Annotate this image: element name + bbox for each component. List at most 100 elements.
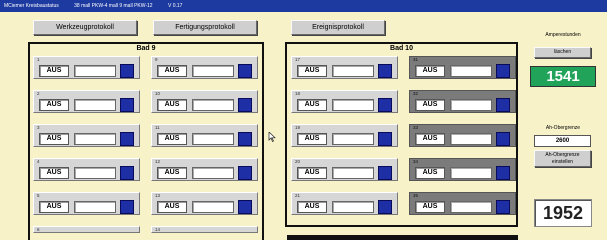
slot-value-field[interactable] [74, 167, 116, 179]
slot-status-button[interactable]: AUS [157, 167, 187, 179]
slot-value-field[interactable] [450, 201, 492, 213]
slot-value-field[interactable] [74, 99, 116, 111]
slot-number: 31 [413, 57, 419, 62]
slot-11[interactable]: 11 AUS [151, 124, 258, 147]
mouse-pointer-icon [268, 132, 276, 142]
slot-indicator [378, 200, 392, 214]
slot-status-button[interactable]: AUS [39, 167, 69, 179]
slot-indicator [238, 200, 252, 214]
slot-12[interactable]: 12 AUS [151, 158, 258, 181]
slot-number: 1 [37, 57, 40, 62]
slot-2[interactable]: 2 AUS [33, 90, 140, 113]
slot-value-field[interactable] [192, 65, 234, 77]
slot-value-field[interactable] [450, 133, 492, 145]
fertigungsprotokoll-button[interactable]: Fertigungsprotokoll [153, 20, 257, 35]
bath-10-title: Bad 10 [390, 45, 413, 52]
slot-status-button[interactable]: AUS [157, 133, 187, 145]
slot-35[interactable]: 35 AUS [409, 192, 516, 215]
slot-indicator [120, 98, 134, 112]
slot-value-field[interactable] [74, 65, 116, 77]
slot-4[interactable]: 4 AUS [33, 158, 140, 181]
slot-14[interactable]: 14 [151, 226, 258, 233]
slot-13[interactable]: 13 AUS [151, 192, 258, 215]
slot-9[interactable]: 9 AUS [151, 56, 258, 79]
slot-value-field[interactable] [74, 133, 116, 145]
ereignisprotokoll-button[interactable]: Ereignisprotokoll [291, 20, 385, 35]
slot-status-button[interactable]: AUS [415, 167, 445, 179]
slot-status-button[interactable]: AUS [39, 99, 69, 111]
slot-value-field[interactable] [332, 99, 374, 111]
slot-status-button[interactable]: AUS [157, 99, 187, 111]
title-bar: MCiemer Kreisbaustatus 38 mall PKW-4 mal… [0, 0, 607, 12]
slot-indicator [378, 98, 392, 112]
slot-21[interactable]: 21 AUS [291, 192, 398, 215]
slot-number: 10 [155, 91, 161, 96]
slot-indicator [496, 132, 510, 146]
slot-20[interactable]: 20 AUS [291, 158, 398, 181]
ah-limit-label: Ah-Obergrenze [545, 125, 581, 131]
slot-number: 35 [413, 193, 419, 198]
slot-indicator [378, 64, 392, 78]
slot-19[interactable]: 19 AUS [291, 124, 398, 147]
slot-value-field[interactable] [332, 65, 374, 77]
slot-31[interactable]: 31 AUS [409, 56, 516, 79]
amp-hours-value: 1541 [530, 66, 596, 87]
slot-1[interactable]: 1 AUS [33, 56, 140, 79]
slot-indicator [238, 166, 252, 180]
slot-status-button[interactable]: AUS [157, 201, 187, 213]
slot-number: 12 [155, 159, 161, 164]
slot-status-button[interactable]: AUS [415, 201, 445, 213]
slot-status-button[interactable]: AUS [415, 133, 445, 145]
werkzeugprotokoll-button[interactable]: Werkzeugprotokoll [33, 20, 137, 35]
slot-number: 3 [37, 125, 40, 130]
slot-status-button[interactable]: AUS [297, 167, 327, 179]
ah-limit-field[interactable]: 2600 [534, 135, 591, 147]
amp-hours-reset-button[interactable]: läschen [534, 47, 591, 58]
slot-status-button[interactable]: AUS [297, 133, 327, 145]
slot-indicator [120, 132, 134, 146]
slot-value-field[interactable] [192, 99, 234, 111]
slot-status-button[interactable]: AUS [297, 65, 327, 77]
title-part-version: V 0.17 [167, 3, 183, 9]
slot-status-button[interactable]: AUS [297, 99, 327, 111]
slot-status-button[interactable]: AUS [415, 65, 445, 77]
slot-indicator [238, 132, 252, 146]
slot-number: 33 [413, 125, 419, 130]
slot-number: 32 [413, 91, 419, 96]
slot-value-field[interactable] [192, 133, 234, 145]
slot-value-field[interactable] [74, 201, 116, 213]
slot-32[interactable]: 32 AUS [409, 90, 516, 113]
set-ah-limit-button[interactable]: Ah-Obergrenze einstellen [534, 150, 591, 167]
title-part-app: MCiemer Kreisbaustatus [4, 3, 59, 9]
slot-value-field[interactable] [192, 201, 234, 213]
slot-indicator [496, 166, 510, 180]
slot-value-field[interactable] [450, 65, 492, 77]
slot-number: 4 [37, 159, 40, 164]
slot-status-button[interactable]: AUS [297, 201, 327, 213]
slot-status-button[interactable]: AUS [39, 65, 69, 77]
slot-value-field[interactable] [450, 99, 492, 111]
slot-3[interactable]: 3 AUS [33, 124, 140, 147]
slot-status-button[interactable]: AUS [157, 65, 187, 77]
slot-status-button[interactable]: AUS [39, 133, 69, 145]
counter-display: 1952 [534, 199, 592, 227]
slot-status-button[interactable]: AUS [415, 99, 445, 111]
slot-indicator [238, 64, 252, 78]
slot-17[interactable]: 17 AUS [291, 56, 398, 79]
slot-number: 9 [155, 57, 158, 62]
slot-number: 2 [37, 91, 40, 96]
slot-status-button[interactable]: AUS [39, 201, 69, 213]
slot-number: 14 [155, 227, 161, 232]
slot-33[interactable]: 33 AUS [409, 124, 516, 147]
slot-18[interactable]: 18 AUS [291, 90, 398, 113]
slot-10[interactable]: 10 AUS [151, 90, 258, 113]
slot-6[interactable]: 6 [33, 226, 140, 233]
slot-value-field[interactable] [332, 133, 374, 145]
slot-value-field[interactable] [450, 167, 492, 179]
slot-5[interactable]: 5 AUS [33, 192, 140, 215]
slot-value-field[interactable] [332, 167, 374, 179]
slot-value-field[interactable] [192, 167, 234, 179]
bath-10-bottom-edge [287, 235, 518, 240]
slot-34[interactable]: 34 AUS [409, 158, 516, 181]
slot-value-field[interactable] [332, 201, 374, 213]
